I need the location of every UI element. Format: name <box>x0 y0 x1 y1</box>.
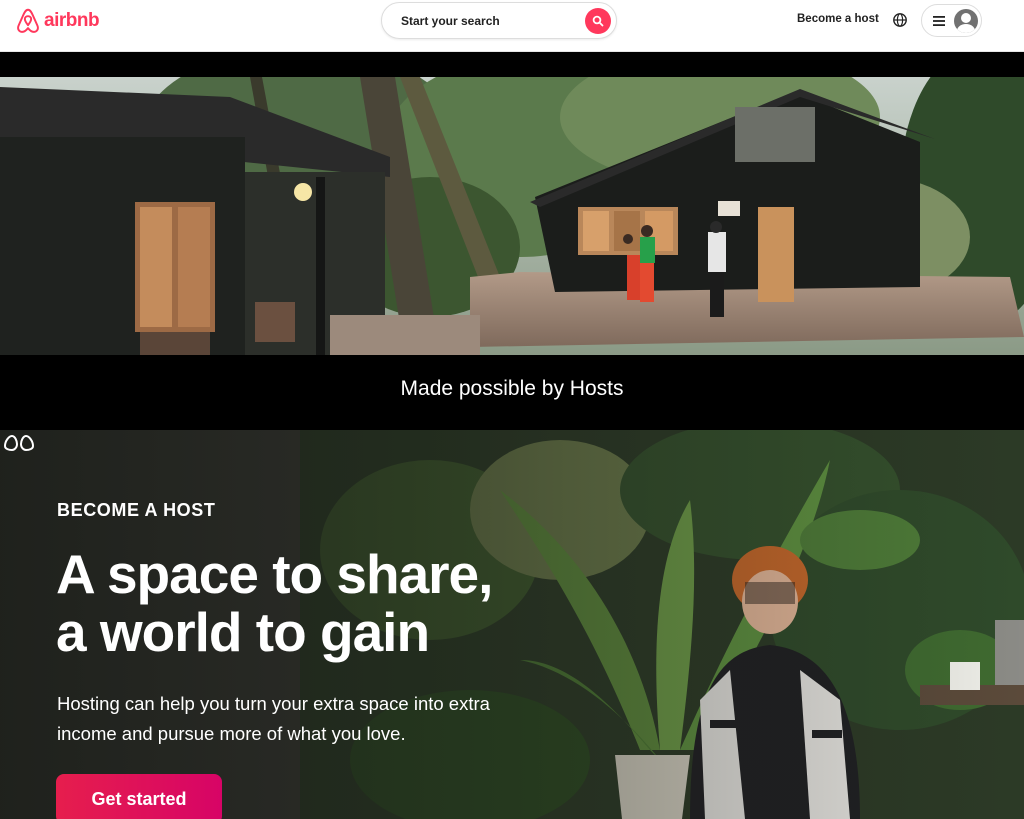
host-description: Hosting can help you turn your extra spa… <box>57 693 490 744</box>
airbnb-belo-outline-icon <box>3 434 35 452</box>
become-host-section: BECOME A HOST A space to share, a world … <box>0 430 1024 819</box>
airbnb-belo-icon <box>17 8 39 33</box>
become-host-link[interactable]: Become a host <box>797 13 879 25</box>
top-navbar: airbnb Start your search Become a host <box>0 0 1024 52</box>
globe-icon[interactable] <box>892 12 908 28</box>
host-headline-line-1: A space to share, <box>56 543 493 605</box>
search-label: Start your search <box>401 13 500 28</box>
search-bar[interactable]: Start your search <box>381 2 617 39</box>
airbnb-logo-link[interactable]: airbnb <box>16 8 100 34</box>
hero-image <box>0 77 1024 355</box>
hamburger-menu-icon <box>933 15 945 26</box>
search-button[interactable] <box>585 8 611 34</box>
hero-caption: Made possible by Hosts <box>400 377 624 400</box>
user-menu-button[interactable] <box>921 4 982 37</box>
user-avatar-icon <box>954 8 978 33</box>
search-icon <box>592 15 604 27</box>
hero-section: Made possible by Hosts <box>0 52 1024 430</box>
brand-name: airbnb <box>44 10 100 31</box>
get-started-button[interactable]: Get started <box>56 774 222 819</box>
host-headline-line-2: a world to gain <box>56 601 430 663</box>
host-eyebrow: BECOME A HOST <box>57 500 216 520</box>
host-headline: A space to share, a world to gain <box>56 545 616 661</box>
